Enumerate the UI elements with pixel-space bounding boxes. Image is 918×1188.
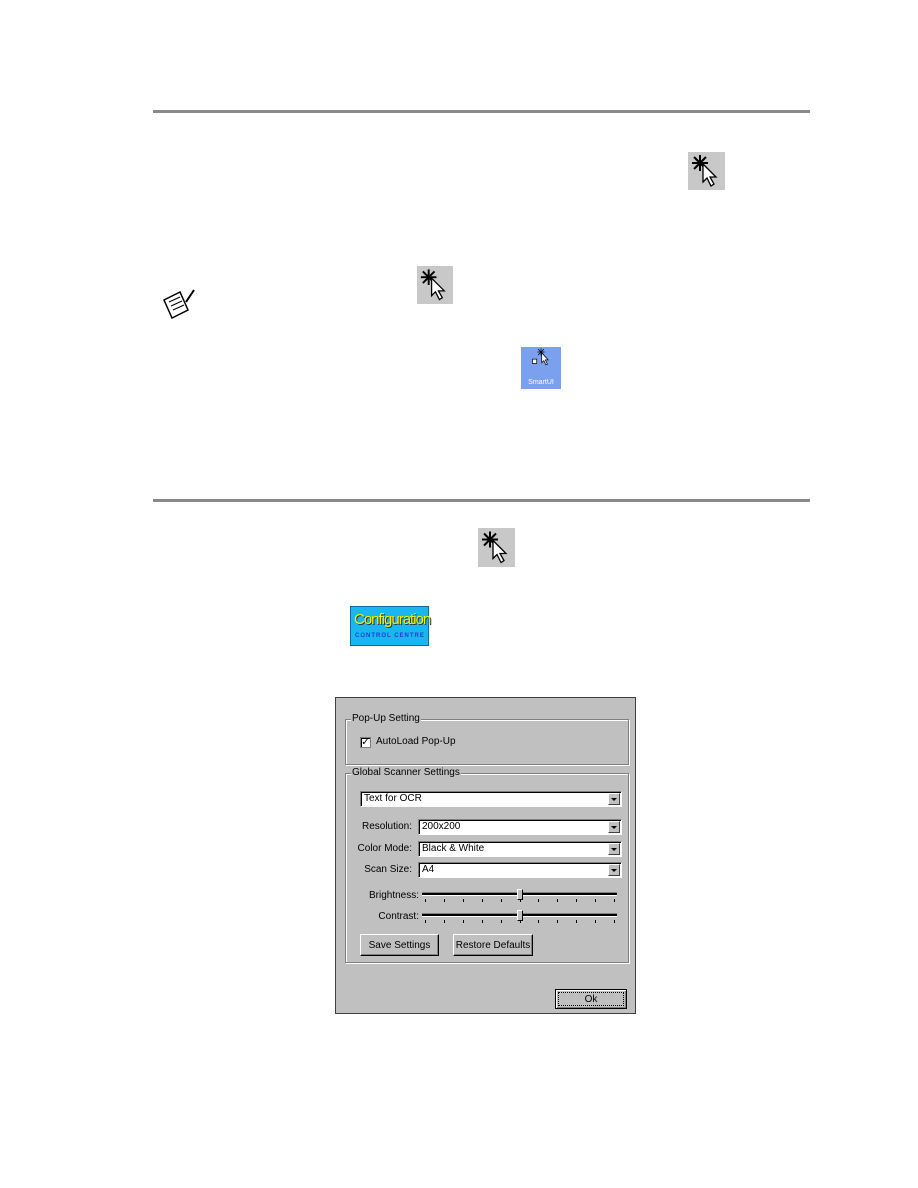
- color-mode-value: Black & White: [422, 843, 485, 854]
- restore-defaults-button[interactable]: Restore Defaults: [453, 934, 533, 956]
- config-title: Configuration: [354, 611, 431, 628]
- section-divider: [153, 499, 810, 502]
- preset-value: Text for OCR: [364, 793, 422, 804]
- slider-tick: [443, 920, 445, 923]
- resolution-value: 200x200: [422, 821, 461, 832]
- slider-tick: [557, 899, 559, 902]
- manual-page: SmartUI Configuration CONTROL CENTRE Pop…: [0, 0, 918, 1188]
- slider-tick: [462, 920, 464, 923]
- autoload-label: AutoLoad Pop-Up: [376, 736, 456, 747]
- slider-tick: [576, 899, 578, 902]
- smartui-cursor-icon: [417, 266, 453, 304]
- autoload-checkbox[interactable]: ✓: [360, 737, 371, 748]
- scan-size-dropdown[interactable]: A4: [418, 862, 622, 878]
- chevron-down-icon[interactable]: [608, 843, 620, 855]
- brightness-slider[interactable]: [422, 889, 617, 905]
- chevron-down-icon[interactable]: [608, 864, 620, 876]
- slider-tick: [500, 899, 502, 902]
- slider-tick: [425, 899, 426, 902]
- slider-tick: [462, 899, 464, 902]
- scanner-settings-dialog: Pop-Up Setting ✓ AutoLoad Pop-Up Global …: [335, 697, 636, 1014]
- global-scanner-settings-group: Global Scanner Settings Text for OCR Res…: [345, 767, 629, 963]
- slider-tick: [576, 920, 578, 923]
- contrast-slider[interactable]: [422, 910, 617, 926]
- smartui-cursor-icon: [478, 528, 515, 567]
- configuration-button-icon[interactable]: Configuration CONTROL CENTRE: [350, 606, 431, 646]
- color-mode-dropdown[interactable]: Black & White: [418, 841, 622, 857]
- ok-button[interactable]: Ok: [555, 989, 627, 1009]
- note-pad-icon: [160, 288, 196, 322]
- brightness-label: Brightness:: [368, 890, 419, 901]
- slider-tick: [538, 920, 540, 923]
- slider-tick: [595, 920, 597, 923]
- slider-tick: [425, 920, 426, 923]
- smartui-icon-label: SmartUI: [528, 379, 554, 386]
- popup-setting-group: Pop-Up Setting ✓ AutoLoad Pop-Up: [345, 713, 629, 765]
- slider-thumb[interactable]: [516, 910, 523, 921]
- slider-tick: [481, 920, 483, 923]
- slider-tick: [595, 899, 597, 902]
- slider-tick: [443, 899, 445, 902]
- section-divider: [153, 110, 810, 113]
- slider-tick: [538, 899, 540, 902]
- slider-tick: [614, 899, 615, 902]
- group-label: Global Scanner Settings: [351, 767, 461, 778]
- color-mode-label: Color Mode:: [357, 843, 412, 854]
- scan-size-label: Scan Size:: [364, 864, 412, 875]
- config-subtitle: CONTROL CENTRE: [355, 633, 425, 639]
- preset-dropdown[interactable]: Text for OCR: [360, 791, 622, 807]
- smartui-desktop-icon[interactable]: SmartUI: [521, 347, 561, 389]
- resolution-label: Resolution:: [361, 821, 412, 832]
- smartui-cursor-icon: [688, 152, 725, 190]
- slider-tick: [500, 920, 502, 923]
- contrast-label: Contrast:: [378, 911, 419, 922]
- slider-tick: [557, 920, 559, 923]
- slider-thumb[interactable]: [516, 889, 523, 900]
- slider-tick: [614, 920, 615, 923]
- resolution-dropdown[interactable]: 200x200: [418, 819, 622, 835]
- slider-tick: [481, 899, 483, 902]
- chevron-down-icon[interactable]: [608, 793, 620, 805]
- save-settings-button[interactable]: Save Settings: [360, 934, 439, 956]
- group-label: Pop-Up Setting: [351, 713, 421, 724]
- scan-size-value: A4: [422, 864, 435, 875]
- chevron-down-icon[interactable]: [608, 821, 620, 833]
